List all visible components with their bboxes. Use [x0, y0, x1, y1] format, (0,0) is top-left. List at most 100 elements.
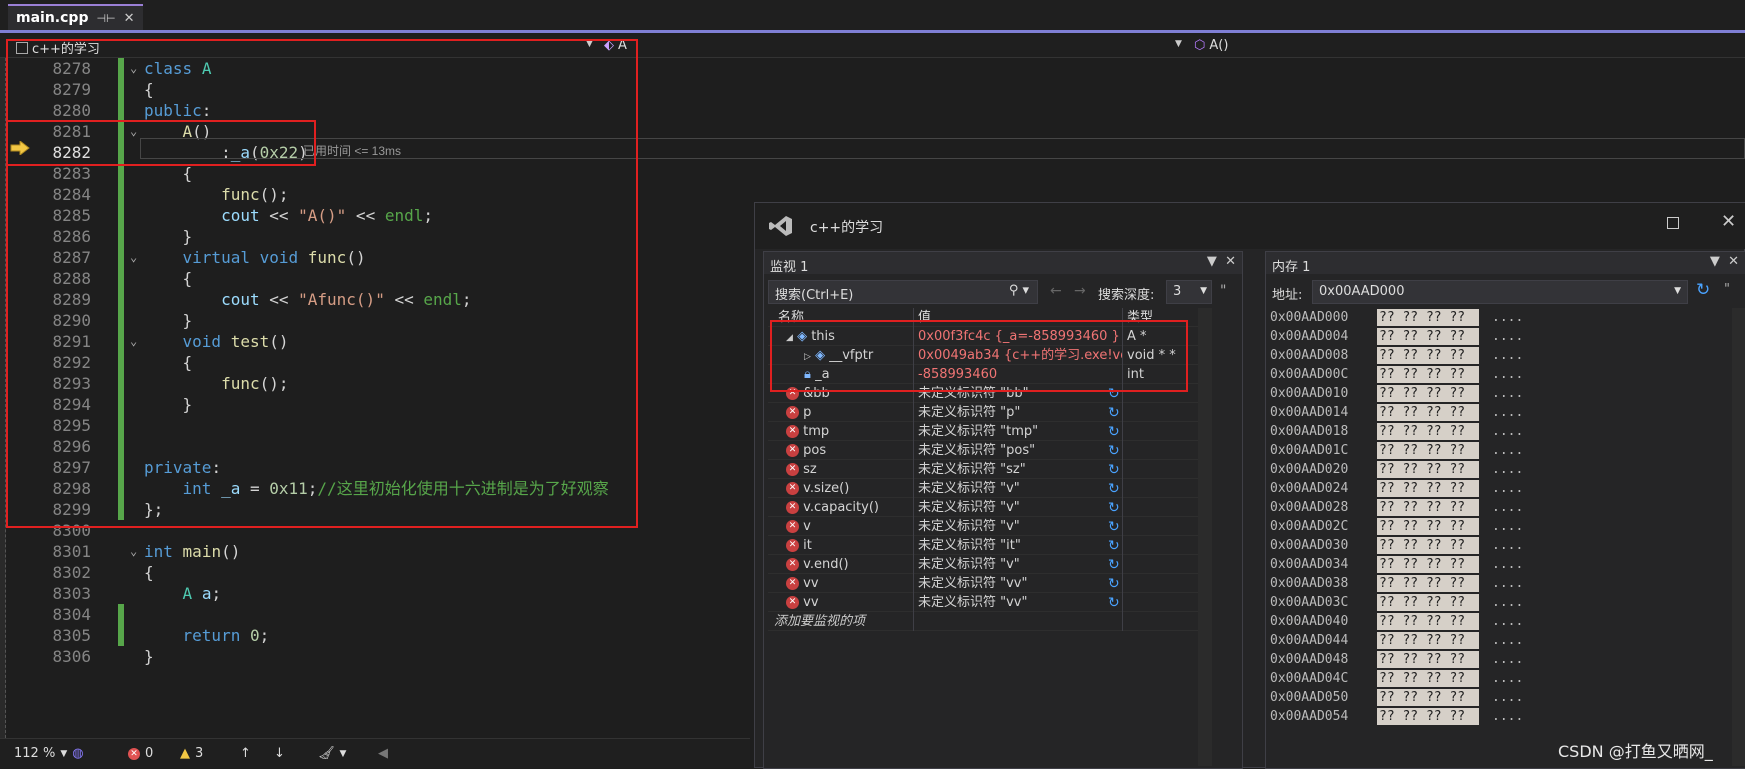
memory-bytes[interactable]: ?? ?? ?? ?? — [1377, 689, 1479, 706]
watch-row[interactable]: ▷ ◈ __vfptr 0x0049ab34 {c++的学习.exe!voi...… — [768, 346, 1198, 365]
refresh-icon[interactable]: ↻ — [1108, 537, 1120, 556]
memory-scrollbar[interactable] — [1732, 308, 1745, 766]
memory-bytes[interactable]: ?? ?? ?? ?? — [1377, 651, 1479, 668]
panel-options-and-close[interactable]: ▼ ✕ — [1207, 254, 1236, 269]
memory-bytes[interactable]: ?? ?? ?? ?? — [1377, 632, 1479, 649]
memory-row[interactable]: 0x00AAD034 ?? ?? ?? ??.... — [1270, 555, 1726, 574]
watch-row[interactable]: ✕ pos 未定义标识符 "pos" ↻ — [768, 441, 1198, 460]
memory-row[interactable]: 0x00AAD054 ?? ?? ?? ??.... — [1270, 707, 1726, 726]
member-scope-dropdown[interactable]: ⬡ A() — [1194, 38, 1228, 53]
debug-window-titlebar[interactable]: c++的学习 ✕ — [755, 203, 1745, 249]
refresh-icon[interactable]: ↻ — [1108, 404, 1120, 423]
fold-toggle-icon[interactable]: ⌄ — [130, 541, 137, 562]
memory-row[interactable]: 0x00AAD024 ?? ?? ?? ??.... — [1270, 479, 1726, 498]
memory-row[interactable]: 0x00AAD030 ?? ?? ?? ??.... — [1270, 536, 1726, 555]
search-forward-button[interactable]: → — [1074, 283, 1086, 299]
refresh-icon[interactable]: ↻ — [1108, 575, 1120, 594]
code-cleanup-button[interactable]: 🧹︎ ▼ — [318, 746, 346, 761]
column-header-name[interactable]: 名称 — [768, 308, 914, 327]
column-header-value[interactable]: 值 — [916, 308, 1123, 327]
memory-row[interactable]: 0x00AAD048 ?? ?? ?? ??.... — [1270, 650, 1726, 669]
maximize-button[interactable] — [1667, 217, 1679, 229]
memory-bytes[interactable]: ?? ?? ?? ?? — [1377, 499, 1479, 516]
overflow-icon[interactable]: " — [1724, 282, 1730, 297]
memory-bytes[interactable]: ?? ?? ?? ?? — [1377, 537, 1479, 554]
memory-row[interactable]: 0x00AAD008 ?? ?? ?? ??.... — [1270, 346, 1726, 365]
fold-toggle-icon[interactable]: ⌄ — [130, 58, 137, 79]
watch-row[interactable]: ✕ v 未定义标识符 "v" ↻ — [768, 517, 1198, 536]
memory-bytes[interactable]: ?? ?? ?? ?? — [1377, 366, 1479, 383]
fold-toggle-icon[interactable]: ⌄ — [130, 121, 137, 142]
memory-row[interactable]: 0x00AAD044 ?? ?? ?? ??.... — [1270, 631, 1726, 650]
memory-row[interactable]: 0x00AAD014 ?? ?? ?? ??.... — [1270, 403, 1726, 422]
memory-bytes[interactable]: ?? ?? ?? ?? — [1377, 347, 1479, 364]
memory-row[interactable]: 0x00AAD004 ?? ?? ?? ??.... — [1270, 327, 1726, 346]
expand-toggle-icon[interactable]: ◢ — [786, 333, 793, 343]
memory-bytes[interactable]: ?? ?? ?? ?? — [1377, 328, 1479, 345]
close-icon[interactable]: ✕ — [124, 11, 135, 26]
memory-row[interactable]: 0x00AAD03C ?? ?? ?? ??.... — [1270, 593, 1726, 612]
watch-row[interactable]: ✕ &bb 未定义标识符 "bb" ↻ — [768, 384, 1198, 403]
fold-toggle-icon[interactable]: ⌄ — [130, 247, 137, 268]
memory-row[interactable]: 0x00AAD038 ?? ?? ?? ??.... — [1270, 574, 1726, 593]
memory-bytes[interactable]: ?? ?? ?? ?? — [1377, 480, 1479, 497]
expand-toggle-icon[interactable]: ▷ — [804, 352, 811, 362]
memory-grid[interactable]: 0x00AAD000 ?? ?? ?? ??.... 0x00AAD004 ?? ??… — [1266, 308, 1726, 768]
warning-count[interactable]: ▲ 3 — [180, 746, 203, 761]
tab-main-cpp[interactable]: main.cpp ⊣⊢ ✕ — [8, 4, 143, 30]
memory-row[interactable]: 0x00AAD00C ?? ?? ?? ??.... — [1270, 365, 1726, 384]
panel-options-and-close[interactable]: ▼ ✕ — [1710, 254, 1739, 269]
refresh-icon[interactable]: ↻ — [1108, 385, 1120, 404]
refresh-icon[interactable]: ↻ — [1696, 280, 1710, 300]
memory-bytes[interactable]: ?? ?? ?? ?? — [1377, 670, 1479, 687]
memory-bytes[interactable]: ?? ?? ?? ?? — [1377, 309, 1479, 326]
memory-row[interactable]: 0x00AAD01C ?? ?? ?? ??.... — [1270, 441, 1726, 460]
fold-toggle-icon[interactable]: ⌄ — [130, 331, 137, 352]
copilot-icon[interactable]: ◍ — [72, 746, 83, 761]
watch-row[interactable]: ✕ p 未定义标识符 "p" ↻ — [768, 403, 1198, 422]
watch-row[interactable]: ✕ v.end() 未定义标识符 "v" ↻ — [768, 555, 1198, 574]
memory-bytes[interactable]: ?? ?? ?? ?? — [1377, 556, 1479, 573]
column-header-type[interactable]: 类型 — [1125, 308, 1195, 327]
memory-row[interactable]: 0x00AAD04C ?? ?? ?? ??.... — [1270, 669, 1726, 688]
class-scope-dropdown[interactable]: ⬖ A — [604, 38, 627, 53]
watch-row[interactable]: ◢ ◈ this 0x00f3fc4c {_a=-858993460 } A * — [768, 327, 1198, 346]
next-issue-button[interactable]: ↓ — [274, 746, 285, 761]
memory-bytes[interactable]: ?? ?? ?? ?? — [1377, 442, 1479, 459]
watch-row[interactable]: ✕ tmp 未定义标识符 "tmp" ↻ — [768, 422, 1198, 441]
overflow-icon[interactable]: " — [1220, 283, 1226, 299]
watch-row[interactable]: ✕ v.size() 未定义标识符 "v" ↻ — [768, 479, 1198, 498]
memory-bytes[interactable]: ?? ?? ?? ?? — [1377, 594, 1479, 611]
watch-row[interactable]: ✕ sz 未定义标识符 "sz" ↻ — [768, 460, 1198, 479]
error-count[interactable]: ✕ 0 — [128, 746, 153, 761]
memory-row[interactable]: 0x00AAD000 ?? ?? ?? ??.... — [1270, 308, 1726, 327]
memory-bytes[interactable]: ?? ?? ?? ?? — [1377, 708, 1479, 725]
memory-bytes[interactable]: ?? ?? ?? ?? — [1377, 385, 1479, 402]
memory-row[interactable]: 0x00AAD02C ?? ?? ?? ??.... — [1270, 517, 1726, 536]
watch-search-input[interactable]: 搜索(Ctrl+E) ⚲ ▾ — [768, 280, 1038, 304]
memory-bytes[interactable]: ?? ?? ?? ?? — [1377, 423, 1479, 440]
code-line[interactable]: 8279 { — [6, 79, 1745, 100]
memory-bytes[interactable]: ?? ?? ?? ?? — [1377, 461, 1479, 478]
close-window-button[interactable]: ✕ — [1721, 211, 1736, 232]
previous-issue-button[interactable]: ↑ — [240, 746, 251, 761]
memory-row[interactable]: 0x00AAD018 ?? ?? ?? ??.... — [1270, 422, 1726, 441]
watch-row[interactable]: 🔒︎ _a -858993460 int — [768, 365, 1198, 384]
code-line[interactable]: 8280 public: — [6, 100, 1745, 121]
code-line[interactable]: 8278 ⌄ class A — [6, 58, 1745, 79]
watch-row[interactable]: ✕ it 未定义标识符 "it" ↻ — [768, 536, 1198, 555]
refresh-icon[interactable]: ↻ — [1108, 423, 1120, 442]
watch-row[interactable]: ✕ vv 未定义标识符 "vv" ↻ — [768, 574, 1198, 593]
refresh-icon[interactable]: ↻ — [1108, 461, 1120, 480]
address-input[interactable]: 0x00AAD000 ▼ — [1312, 280, 1688, 304]
memory-row[interactable]: 0x00AAD010 ?? ?? ?? ??.... — [1270, 384, 1726, 403]
refresh-icon[interactable]: ↻ — [1108, 594, 1120, 613]
refresh-icon[interactable]: ↻ — [1108, 442, 1120, 461]
watch-row[interactable]: ✕ v.capacity() 未定义标识符 "v" ↻ — [768, 498, 1198, 517]
memory-row[interactable]: 0x00AAD028 ?? ?? ?? ??.... — [1270, 498, 1726, 517]
scroll-left-button[interactable]: ◀ — [378, 746, 388, 761]
memory-row[interactable]: 0x00AAD020 ?? ?? ?? ??.... — [1270, 460, 1726, 479]
memory-row[interactable]: 0x00AAD050 ?? ?? ?? ??.... — [1270, 688, 1726, 707]
refresh-icon[interactable]: ↻ — [1108, 499, 1120, 518]
memory-bytes[interactable]: ?? ?? ?? ?? — [1377, 518, 1479, 535]
